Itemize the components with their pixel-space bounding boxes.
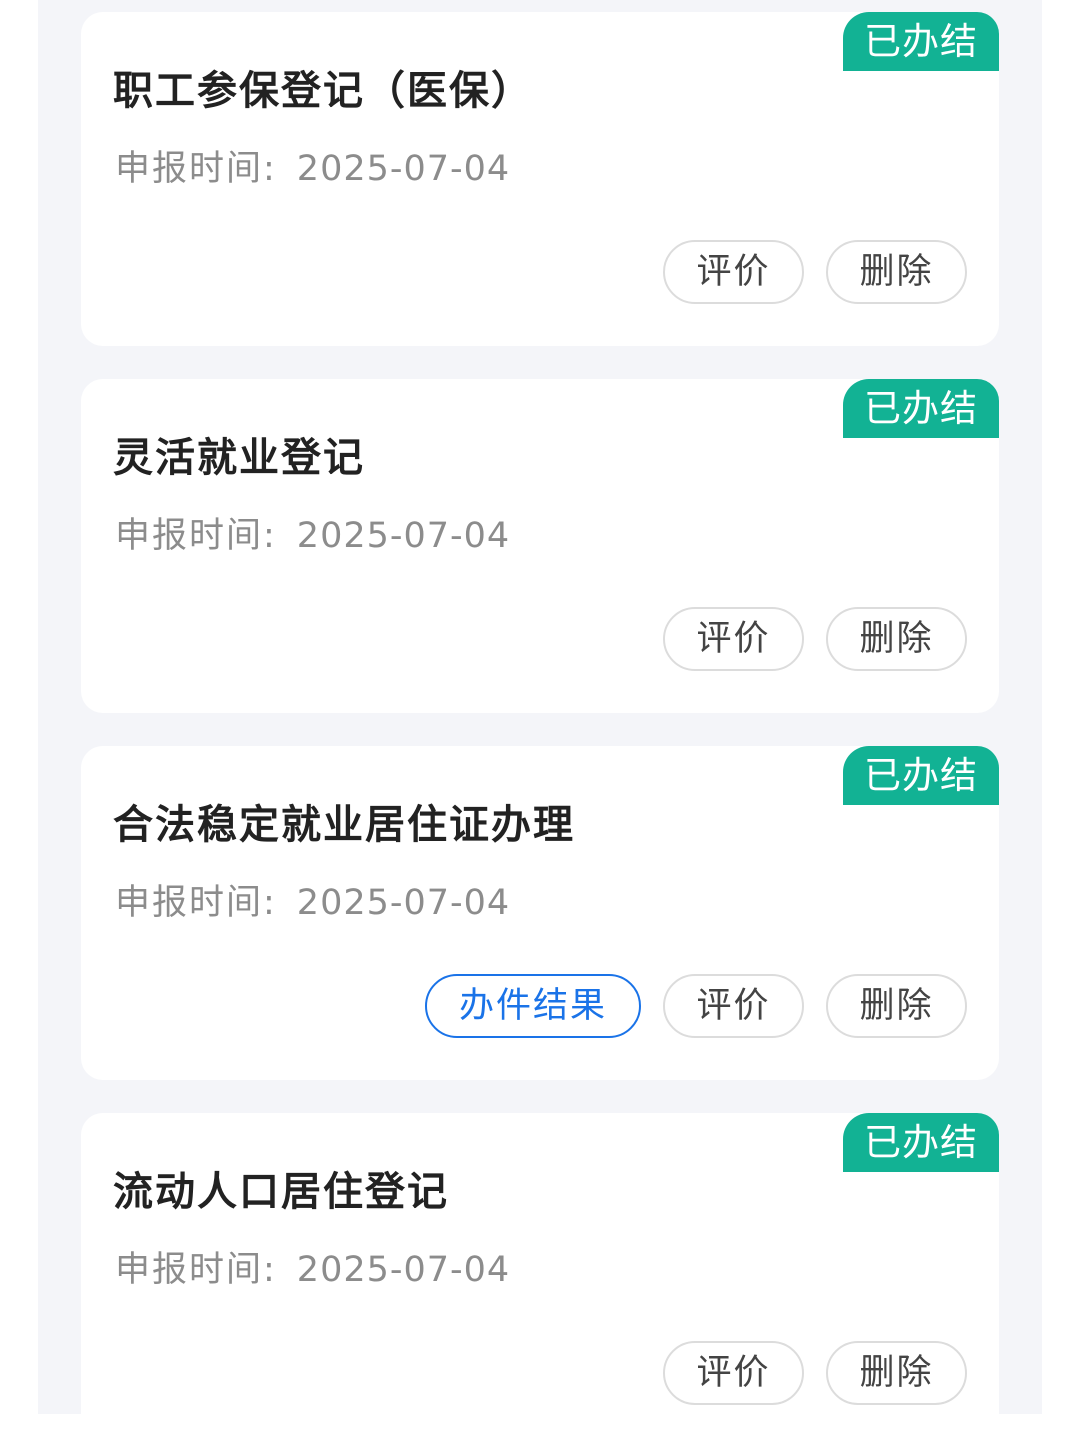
- record-title: 流动人口居住登记: [113, 1169, 449, 1215]
- status-badge: 已办结: [843, 12, 999, 71]
- evaluate-button[interactable]: 评价: [663, 1341, 804, 1405]
- submission-time-label: 申报时间:: [115, 516, 277, 556]
- page-background: 已办结 职工参保登记（医保） 申报时间: 2025-07-04 评价 删除 已办结…: [38, 0, 1042, 1414]
- submission-date: 2025-07-04: [296, 149, 511, 189]
- delete-button[interactable]: 删除: [826, 240, 967, 304]
- submission-time: 申报时间: 2025-07-04: [115, 140, 510, 191]
- submission-time-label: 申报时间:: [115, 149, 277, 189]
- evaluate-button[interactable]: 评价: [663, 974, 804, 1038]
- record-actions: 评价 删除: [663, 1341, 967, 1405]
- record-title: 职工参保登记（医保）: [113, 68, 533, 114]
- record-card[interactable]: 已办结 灵活就业登记 申报时间: 2025-07-04 评价 删除: [81, 379, 999, 713]
- record-actions: 办件结果 评价 删除: [425, 974, 967, 1038]
- application-record-list: 已办结 职工参保登记（医保） 申报时间: 2025-07-04 评价 删除 已办结…: [81, 12, 999, 1414]
- view-result-button[interactable]: 办件结果: [425, 974, 641, 1038]
- status-badge: 已办结: [843, 379, 999, 438]
- record-actions: 评价 删除: [663, 240, 967, 304]
- record-card[interactable]: 已办结 职工参保登记（医保） 申报时间: 2025-07-04 评价 删除: [81, 12, 999, 346]
- record-actions: 评价 删除: [663, 607, 967, 671]
- submission-time: 申报时间: 2025-07-04: [115, 874, 510, 925]
- delete-button[interactable]: 删除: [826, 607, 967, 671]
- submission-date: 2025-07-04: [296, 516, 511, 556]
- delete-button[interactable]: 删除: [826, 1341, 967, 1405]
- record-title: 灵活就业登记: [113, 435, 365, 481]
- submission-date: 2025-07-04: [296, 1250, 511, 1290]
- record-card[interactable]: 已办结 流动人口居住登记 申报时间: 2025-07-04 评价 删除: [81, 1113, 999, 1414]
- evaluate-button[interactable]: 评价: [663, 607, 804, 671]
- submission-time-label: 申报时间:: [115, 883, 277, 923]
- submission-time-label: 申报时间:: [115, 1250, 277, 1290]
- evaluate-button[interactable]: 评价: [663, 240, 804, 304]
- record-card[interactable]: 已办结 合法稳定就业居住证办理 申报时间: 2025-07-04 办件结果 评价 …: [81, 746, 999, 1080]
- submission-date: 2025-07-04: [296, 883, 511, 923]
- submission-time: 申报时间: 2025-07-04: [115, 507, 510, 558]
- delete-button[interactable]: 删除: [826, 974, 967, 1038]
- record-title: 合法稳定就业居住证办理: [113, 802, 575, 848]
- status-badge: 已办结: [843, 746, 999, 805]
- submission-time: 申报时间: 2025-07-04: [115, 1241, 510, 1292]
- status-badge: 已办结: [843, 1113, 999, 1172]
